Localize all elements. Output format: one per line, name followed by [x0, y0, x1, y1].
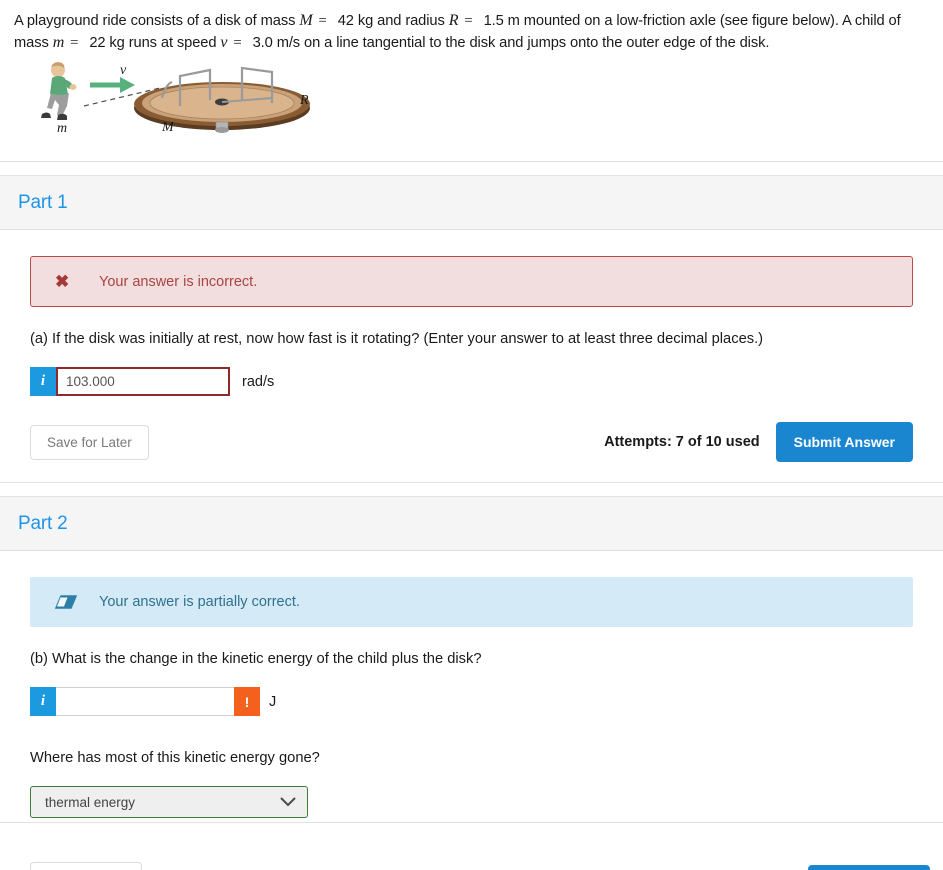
- partially-correct-alert-message: Your answer is partially correct.: [99, 594, 300, 610]
- stem-line1-part-c: mounted on a low-friction axle (see figu…: [523, 13, 851, 29]
- value-v: 3.0 m/s: [252, 35, 301, 51]
- part-2-title: Part 2: [18, 513, 68, 534]
- part-1-submit-group: Attempts: 7 of 10 used Submit Answer: [604, 422, 913, 462]
- warning-exclamation-button[interactable]: !: [234, 687, 260, 716]
- x-mark-icon: ✖: [55, 272, 70, 291]
- figure-label-v: v: [120, 63, 127, 78]
- problem-statement-card: A playground ride consists of a disk of …: [0, 0, 943, 162]
- running-child-figure: [41, 62, 77, 120]
- part-1-title: Part 1: [18, 192, 68, 213]
- part-1-body: ✖ Your answer is incorrect. (a) If the d…: [0, 230, 943, 482]
- equals-sign-1: =: [318, 13, 327, 29]
- parallelogram-partial-icon: [55, 594, 85, 610]
- variable-R: R: [448, 12, 459, 29]
- value-M: 42 kg: [337, 13, 374, 29]
- stem-line2-part-c: on a line tangential to the disk and jum…: [304, 35, 770, 51]
- value-m: 22 kg: [89, 35, 125, 51]
- playground-ride-figure: m M R v: [41, 62, 310, 136]
- exercise-page: A playground ride consists of a disk of …: [0, 0, 943, 870]
- incorrect-alert-message: Your answer is incorrect.: [99, 273, 258, 290]
- part-2-question: (b) What is the change in the kinetic en…: [30, 651, 482, 667]
- part-1-answer-row: i rad/s: [30, 367, 913, 396]
- part-1-question: (a) If the disk was initially at rest, n…: [30, 331, 764, 347]
- stem-line2-part-b: runs at speed: [128, 35, 217, 51]
- variable-m: m: [52, 34, 65, 51]
- problem-statement-body: A playground ride consists of a disk of …: [0, 0, 943, 161]
- value-R: 1.5 m: [483, 13, 520, 29]
- part-1-header: Part 1: [0, 176, 943, 230]
- attempts-counter-1: Attempts: 7 of 10 used: [604, 434, 760, 450]
- info-icon-button-b[interactable]: i: [30, 687, 56, 716]
- stem-line1-part-b: and radius: [377, 13, 445, 29]
- part-2-body: Your answer is partially correct. (b) Wh…: [0, 551, 943, 822]
- info-icon-button-a[interactable]: i: [30, 367, 56, 396]
- submit-answer-button-1[interactable]: Submit Answer: [775, 422, 913, 462]
- velocity-arrow-icon: [90, 77, 135, 93]
- energy-destination-select[interactable]: thermal energy: [30, 786, 308, 818]
- part-2-card: Part 2 Your answer is partially correct.…: [0, 496, 943, 823]
- figure-label-R: R: [299, 93, 309, 108]
- submit-answer-button-2[interactable]: [808, 865, 930, 870]
- equals-sign-4: =: [233, 35, 242, 51]
- problem-text: A playground ride consists of a disk of …: [14, 10, 929, 54]
- part-1-card: Part 1 ✖ Your answer is incorrect. (a) I…: [0, 175, 943, 483]
- part-2-button-row-clipped: [0, 856, 943, 870]
- equals-sign-3: =: [70, 35, 79, 51]
- part-2-followup-question: Where has most of this kinetic energy go…: [30, 750, 320, 766]
- part-2-answer-row: i ! J: [30, 687, 913, 716]
- partially-correct-alert: Your answer is partially correct.: [30, 577, 913, 627]
- variable-M: M: [299, 12, 313, 29]
- answer-input-b[interactable]: [56, 687, 234, 716]
- incorrect-alert: ✖ Your answer is incorrect.: [30, 256, 913, 307]
- save-for-later-button-1[interactable]: Save for Later: [30, 424, 149, 460]
- energy-destination-select-wrap: thermal energy: [30, 786, 308, 818]
- figure-container: m M R v: [14, 54, 929, 153]
- answer-input-a[interactable]: [56, 367, 230, 396]
- figure-label-M: M: [161, 120, 175, 135]
- equals-sign-2: =: [464, 13, 473, 29]
- unit-label-joules: J: [269, 693, 277, 710]
- variable-v: v: [220, 34, 228, 51]
- figure-label-m: m: [57, 121, 67, 136]
- unit-label-rad-per-s: rad/s: [242, 373, 275, 390]
- stem-line1-part-a: A playground ride consists of a disk of …: [14, 13, 296, 29]
- disk-pedestal: [215, 121, 229, 133]
- part-2-header: Part 2: [0, 497, 943, 551]
- save-for-later-button-2[interactable]: [30, 862, 142, 870]
- part-1-button-row: Save for Later Attempts: 7 of 10 used Su…: [30, 422, 913, 462]
